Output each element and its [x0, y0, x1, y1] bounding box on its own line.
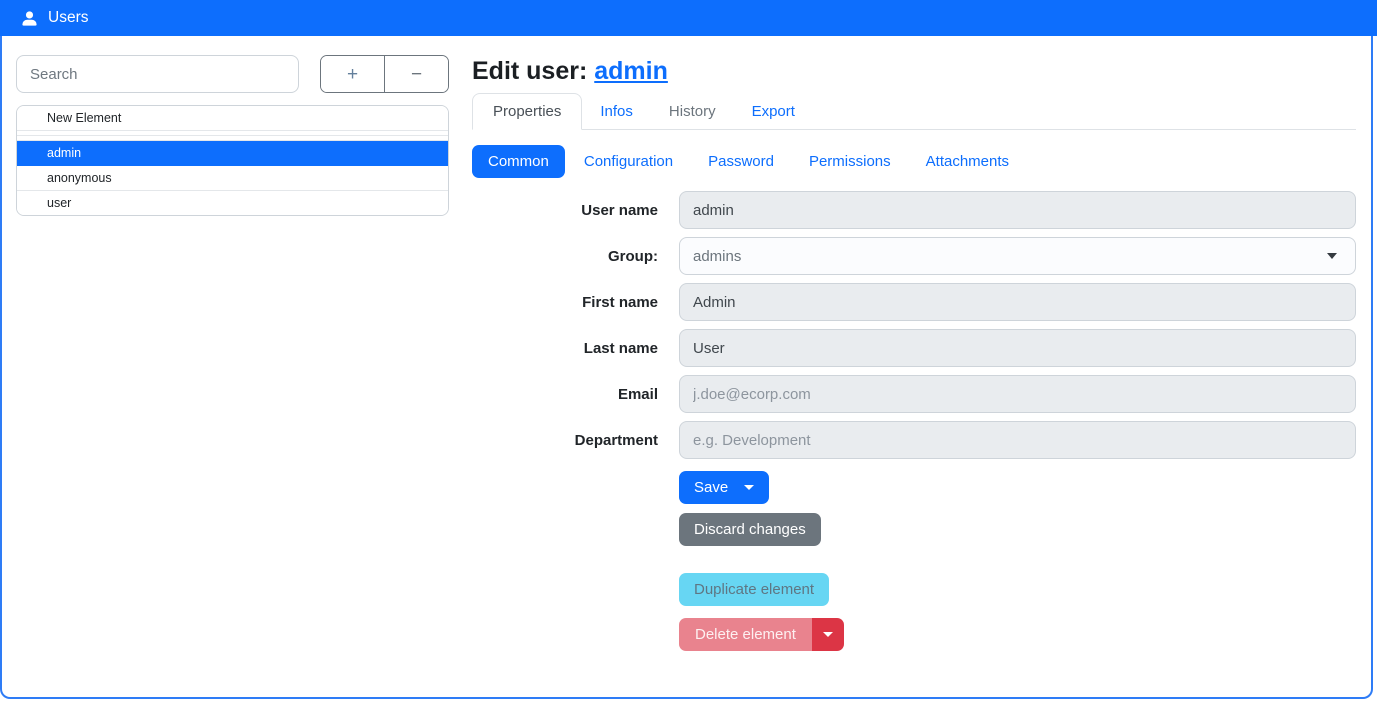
duplicate-element-button[interactable]: Duplicate element — [679, 573, 829, 606]
user-list: New Element admin anonymous user — [16, 105, 449, 216]
list-item-new-element[interactable]: New Element — [17, 106, 448, 131]
chevron-down-icon — [1327, 253, 1337, 259]
list-item-anonymous[interactable]: anonymous — [17, 166, 448, 191]
edited-user-link[interactable]: admin — [594, 57, 668, 85]
form-row: User name — [472, 191, 1356, 229]
department-label: Department — [472, 432, 679, 449]
form-actions: Save Discard changes Duplicate element D… — [679, 471, 1356, 651]
tab-properties[interactable]: Properties — [472, 93, 582, 130]
form-row: Email — [472, 375, 1356, 413]
delete-element-button[interactable]: Delete element — [679, 618, 812, 651]
content: + − New Element admin anonymous user Edi… — [2, 36, 1371, 697]
firstname-field[interactable] — [679, 283, 1356, 321]
delete-dropdown-toggle[interactable] — [812, 618, 844, 651]
main-panel: Edit user: admin Properties Infos Histor… — [449, 36, 1371, 697]
lastname-label: Last name — [472, 340, 679, 357]
content-frame: + − New Element admin anonymous user Edi… — [0, 0, 1373, 699]
form-row: First name — [472, 283, 1356, 321]
discard-changes-button[interactable]: Discard changes — [679, 513, 821, 546]
page-title-prefix: Edit user: — [472, 57, 587, 85]
remove-element-button[interactable]: − — [385, 56, 448, 92]
subtab-password[interactable]: Password — [692, 145, 790, 178]
email-label: Email — [472, 386, 679, 403]
user-form: User name Group: admins First name — [472, 191, 1356, 459]
username-label: User name — [472, 202, 679, 219]
group-select-value: admins — [693, 248, 741, 265]
page-title: Edit user: admin — [472, 57, 1356, 86]
app-header: Users — [0, 0, 1377, 36]
email-field[interactable] — [679, 375, 1356, 413]
subtab-bar: Common Configuration Password Permission… — [472, 145, 1356, 178]
sidebar: + − New Element admin anonymous user — [2, 36, 449, 697]
list-item-user[interactable]: user — [17, 191, 448, 215]
tab-bar: Properties Infos History Export — [472, 93, 1356, 130]
duplicate-row: Duplicate element — [679, 573, 1356, 606]
subtab-permissions[interactable]: Permissions — [793, 145, 907, 178]
tab-export[interactable]: Export — [734, 93, 813, 130]
list-item-admin[interactable]: admin — [17, 141, 448, 166]
form-row: Department — [472, 421, 1356, 459]
delete-split-button: Delete element — [679, 618, 844, 651]
save-row: Save — [679, 471, 1356, 504]
person-icon — [20, 9, 39, 28]
form-row: Last name — [472, 329, 1356, 367]
subtab-attachments[interactable]: Attachments — [910, 145, 1025, 178]
username-field[interactable] — [679, 191, 1356, 229]
lastname-field[interactable] — [679, 329, 1356, 367]
sidebar-toolbar: + − — [16, 55, 449, 93]
save-button-label: Save — [694, 479, 728, 496]
app-title: Users — [48, 9, 88, 27]
add-element-button[interactable]: + — [321, 56, 385, 92]
group-label: Group: — [472, 248, 679, 265]
subtab-common[interactable]: Common — [472, 145, 565, 178]
chevron-down-icon — [823, 632, 833, 637]
save-button[interactable]: Save — [679, 471, 769, 504]
list-add-remove-group: + − — [320, 55, 449, 93]
tab-infos[interactable]: Infos — [582, 93, 651, 130]
chevron-down-icon — [744, 485, 754, 490]
discard-row: Discard changes — [679, 513, 1356, 546]
subtab-configuration[interactable]: Configuration — [568, 145, 689, 178]
department-field[interactable] — [679, 421, 1356, 459]
group-select[interactable]: admins — [679, 237, 1356, 275]
firstname-label: First name — [472, 294, 679, 311]
search-input[interactable] — [16, 55, 299, 93]
app-window: Users + − New Element admin anonymous — [0, 0, 1377, 705]
tab-history: History — [651, 93, 734, 130]
form-row: Group: admins — [472, 237, 1356, 275]
